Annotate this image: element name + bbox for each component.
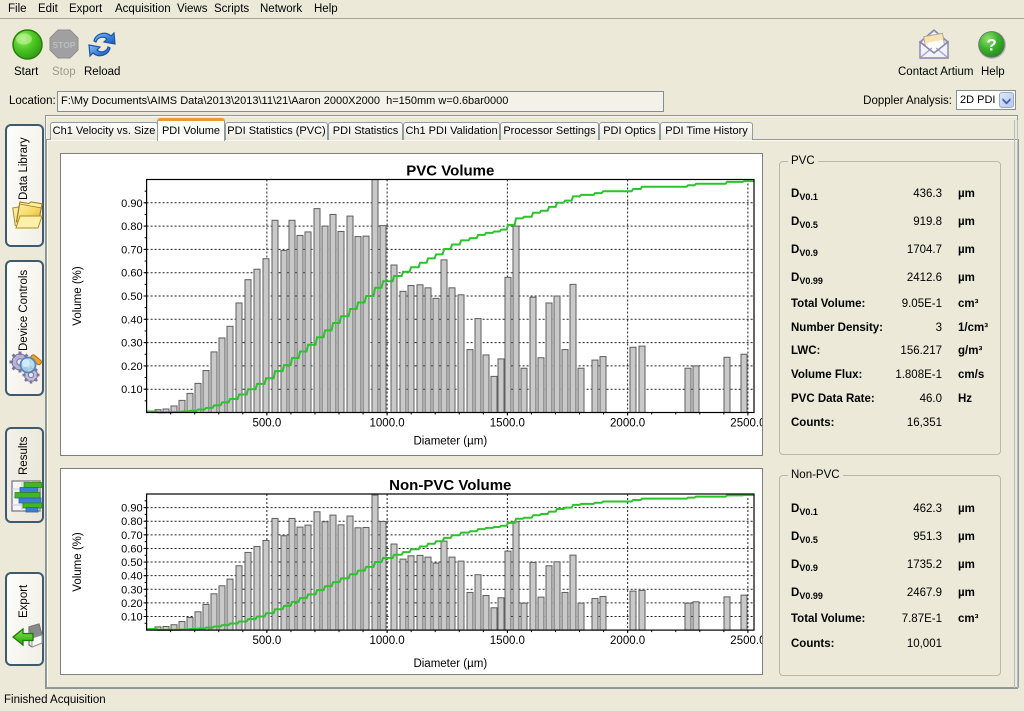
svg-text:0.30: 0.30 (121, 584, 142, 596)
svg-text:0.20: 0.20 (121, 361, 142, 373)
svg-text:500.0: 500.0 (252, 635, 281, 647)
svg-text:0.10: 0.10 (121, 384, 142, 396)
svg-text:Volume (%): Volume (%) (72, 266, 84, 326)
svg-text:0.60: 0.60 (121, 543, 142, 555)
svg-text:1500.0: 1500.0 (490, 635, 525, 647)
svg-text:2500.0: 2500.0 (730, 418, 763, 430)
svg-text:1500.0: 1500.0 (490, 418, 525, 430)
svg-text:0.40: 0.40 (121, 571, 142, 583)
svg-text:500.0: 500.0 (252, 418, 281, 430)
svg-text:0.40: 0.40 (121, 314, 142, 326)
svg-text:2000.0: 2000.0 (610, 635, 645, 647)
svg-text:2500.0: 2500.0 (730, 635, 763, 647)
svg-text:0.70: 0.70 (121, 530, 142, 542)
svg-text:0.60: 0.60 (121, 268, 142, 280)
svg-text:0.10: 0.10 (121, 611, 142, 623)
svg-text:0.50: 0.50 (121, 557, 142, 569)
svg-text:Non-PVC Volume: Non-PVC Volume (389, 477, 511, 494)
svg-text:2000.0: 2000.0 (610, 418, 645, 430)
svg-text:1000.0: 1000.0 (370, 418, 405, 430)
svg-text:0.90: 0.90 (121, 198, 142, 210)
svg-text:0.30: 0.30 (121, 338, 142, 350)
svg-text:0.50: 0.50 (121, 291, 142, 303)
svg-text:STOP: STOP (53, 40, 76, 50)
svg-text:0.80: 0.80 (121, 221, 142, 233)
svg-text:PVC Volume: PVC Volume (406, 163, 494, 180)
svg-text:0.20: 0.20 (121, 598, 142, 610)
svg-text:Diameter (µm): Diameter (µm) (413, 436, 487, 448)
svg-text:Volume (%): Volume (%) (72, 532, 84, 592)
svg-text:0.90: 0.90 (121, 503, 142, 515)
svg-text:Diameter (µm): Diameter (µm) (413, 658, 487, 670)
svg-text:0.70: 0.70 (121, 244, 142, 256)
svg-text:1000.0: 1000.0 (370, 635, 405, 647)
svg-text:0.80: 0.80 (121, 516, 142, 528)
svg-text:?: ? (986, 36, 996, 55)
